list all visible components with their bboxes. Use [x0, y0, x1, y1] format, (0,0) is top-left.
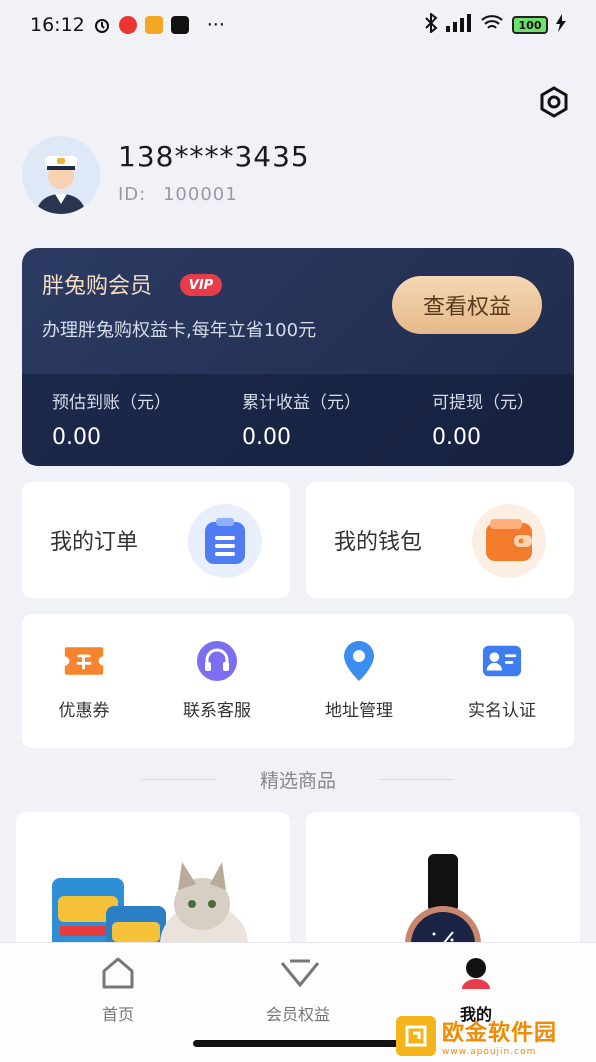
bluetooth-icon [424, 11, 438, 38]
user-id-label: ID: [118, 184, 147, 205]
my-orders-card[interactable]: 我的订单 [22, 482, 290, 598]
settings-hexagon-icon [540, 86, 568, 118]
tiktok-icon [170, 16, 189, 34]
service-label: 地址管理 [325, 701, 393, 721]
profile-icon [456, 953, 496, 993]
stat-label: 可提现（元） [432, 393, 534, 413]
user-id-value: 100001 [162, 184, 238, 205]
wallet-icon-wrap [472, 504, 546, 578]
avatar[interactable] [22, 136, 100, 214]
vip-badge: VIP [180, 274, 222, 296]
app-notification-icon [144, 16, 163, 34]
member-stats: 预估到账（元） 0.00 累计收益（元） 0.00 可提现（元） 0.00 [22, 374, 574, 466]
wifi-icon [480, 14, 504, 37]
stat-withdrawable[interactable]: 可提现（元） 0.00 [432, 388, 534, 450]
status-bar: 16:12 ··· 100 [0, 0, 596, 50]
id-card-icon [481, 640, 523, 682]
status-more-dots: ··· [206, 14, 225, 36]
wallet-icon [486, 519, 532, 561]
tab-home[interactable]: 首页 [58, 953, 178, 1025]
service-coupon[interactable]: 优惠券 [34, 640, 134, 721]
stat-value: 0.00 [242, 425, 291, 450]
service-customer-support[interactable]: 联系客服 [167, 640, 267, 721]
status-time: 16:12 [30, 14, 85, 36]
stat-label: 累计收益（元） [242, 393, 361, 413]
watermark-url: www.apoujin.com [442, 1047, 537, 1057]
watermark: 欧金软件园 www.apoujin.com [396, 1014, 592, 1058]
section-divider-right [380, 779, 454, 780]
clipboard-icon [205, 518, 245, 564]
home-indicator [193, 1040, 403, 1047]
user-id: ID: 100001 [118, 184, 238, 205]
stat-value: 0.00 [432, 425, 481, 450]
location-icon [338, 640, 380, 682]
tab-member-benefits[interactable]: 会员权益 [238, 953, 358, 1025]
my-wallet-card[interactable]: 我的钱包 [306, 482, 574, 598]
member-card: 胖兔购会员 VIP 办理胖兔购权益卡,每年立省100元 查看权益 预估到账（元）… [22, 248, 574, 466]
headset-icon [196, 640, 238, 682]
view-benefits-button[interactable]: 查看权益 [392, 276, 542, 334]
my-orders-label: 我的订单 [50, 530, 139, 555]
stat-label: 预估到账（元） [52, 393, 171, 413]
vip-icon [278, 953, 320, 993]
captain-avatar-icon [22, 136, 100, 214]
coupon-icon [63, 640, 105, 682]
member-title: 胖兔购会员 [42, 274, 153, 299]
tab-label: 首页 [101, 1005, 134, 1024]
app-notification-icon [118, 16, 137, 34]
stat-cumulative[interactable]: 累计收益（元） 0.00 [242, 388, 361, 450]
tab-label: 会员权益 [265, 1005, 330, 1024]
battery-icon: 100 [512, 16, 548, 34]
service-label: 优惠券 [58, 701, 110, 721]
watermark-text-block: 欧金软件园 www.apoujin.com [442, 1015, 557, 1057]
watermark-text: 欧金软件园 [442, 1021, 558, 1046]
signal-icon [446, 13, 472, 37]
settings-button[interactable] [536, 84, 572, 120]
status-left: 16:12 ··· [30, 14, 225, 36]
service-address[interactable]: 地址管理 [309, 640, 409, 721]
status-right: 100 [424, 11, 566, 38]
user-phone: 138****3435 [118, 140, 310, 173]
service-label: 实名认证 [468, 701, 536, 721]
service-label: 联系客服 [183, 701, 251, 721]
stat-estimated[interactable]: 预估到账（元） 0.00 [52, 388, 171, 450]
member-description: 办理胖兔购权益卡,每年立省100元 [42, 320, 317, 341]
featured-products-title: 精选商品 [259, 770, 336, 792]
alarm-icon [93, 16, 111, 34]
services-card: 优惠券 联系客服 地址管理 实名认证 [22, 614, 574, 748]
charging-icon [556, 13, 566, 37]
member-card-header: 胖兔购会员 VIP 办理胖兔购权益卡,每年立省100元 查看权益 [22, 248, 574, 374]
home-icon [98, 953, 138, 993]
service-id-verification[interactable]: 实名认证 [452, 640, 552, 721]
orders-icon-wrap [188, 504, 262, 578]
stat-value: 0.00 [52, 425, 101, 450]
watermark-logo-icon [396, 1016, 436, 1056]
my-wallet-label: 我的钱包 [334, 530, 423, 555]
